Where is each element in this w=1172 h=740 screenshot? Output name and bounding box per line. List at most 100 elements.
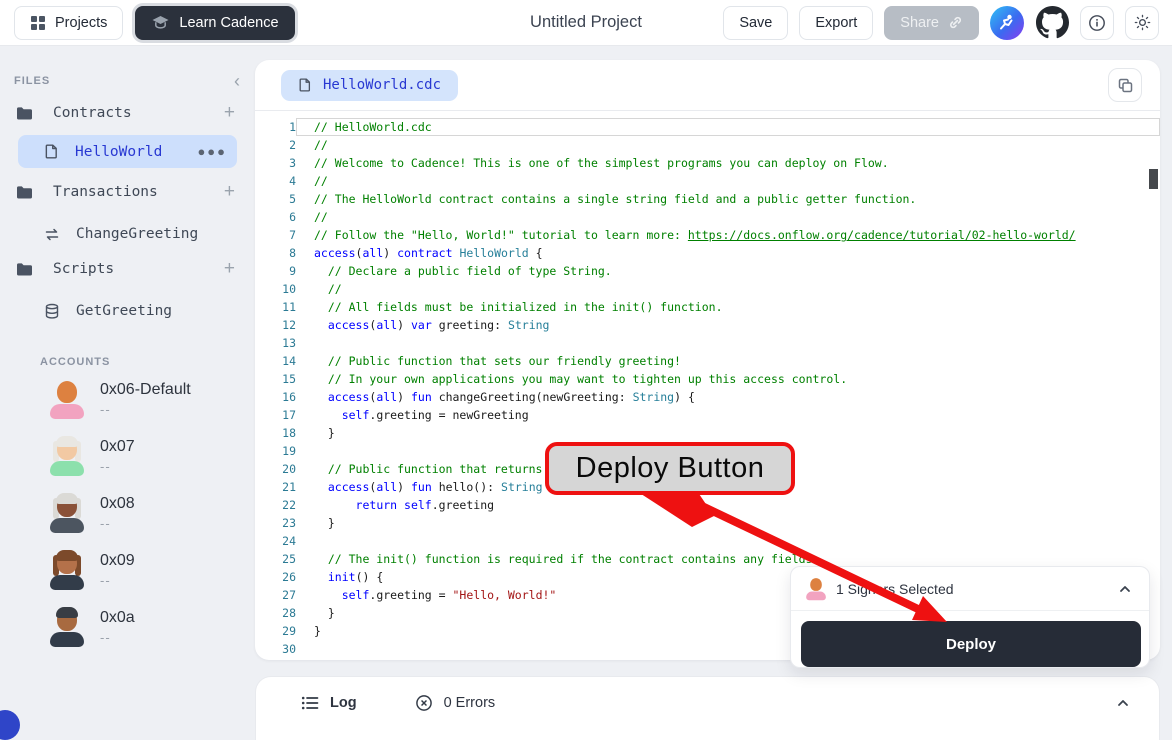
file-getgreeting[interactable]: GetGreeting <box>14 300 241 322</box>
code-line[interactable]: 14 // Public function that sets our frie… <box>255 352 1160 370</box>
code-line[interactable]: 10 // <box>255 280 1160 298</box>
helloworld-label: HelloWorld <box>75 144 162 160</box>
account-row[interactable]: 0x0a-- <box>14 607 241 664</box>
flow-community-button[interactable] <box>990 6 1024 40</box>
learn-cadence-button[interactable]: Learn Cadence <box>135 6 294 40</box>
line-number: 9 <box>255 262 296 280</box>
code-line[interactable]: 7// Follow the "Hello, World!" tutorial … <box>255 226 1160 244</box>
folder-transactions[interactable]: Transactions + <box>14 181 241 203</box>
line-number: 5 <box>255 190 296 208</box>
add-transaction-button[interactable]: + <box>224 181 235 203</box>
line-number: 30 <box>255 640 296 658</box>
code-text <box>296 532 1160 550</box>
line-number: 28 <box>255 604 296 622</box>
learn-cadence-label: Learn Cadence <box>179 15 278 31</box>
theme-toggle-button[interactable] <box>1125 6 1159 40</box>
account-row[interactable]: 0x09-- <box>14 550 241 607</box>
code-text: // The HelloWorld contract contains a si… <box>296 190 1160 208</box>
projects-label: Projects <box>55 15 107 31</box>
header-right: Save Export Share <box>723 6 1172 40</box>
file-icon <box>298 77 312 93</box>
add-script-button[interactable]: + <box>224 258 235 280</box>
code-text: // All fields must be initialized in the… <box>296 298 1160 316</box>
line-number: 11 <box>255 298 296 316</box>
avatar <box>48 550 86 590</box>
avatar <box>48 436 86 476</box>
file-changegreeting[interactable]: ChangeGreeting <box>14 223 241 245</box>
line-number: 23 <box>255 514 296 532</box>
code-line[interactable]: 22 return self.greeting <box>255 496 1160 514</box>
projects-button[interactable]: Projects <box>14 6 123 40</box>
runner-icon <box>997 13 1017 33</box>
account-row[interactable]: 0x07-- <box>14 436 241 493</box>
account-address: 0x07 <box>100 438 135 456</box>
code-text: return self.greeting <box>296 496 1160 514</box>
info-button[interactable] <box>1080 6 1114 40</box>
code-line[interactable]: 17 self.greeting = newGreeting <box>255 406 1160 424</box>
github-button[interactable] <box>1035 6 1069 40</box>
folder-scripts[interactable]: Scripts + <box>14 258 241 280</box>
export-label: Export <box>815 15 857 31</box>
code-line[interactable]: 3// Welcome to Cadence! This is one of t… <box>255 154 1160 172</box>
code-line[interactable]: 5// The HelloWorld contract contains a s… <box>255 190 1160 208</box>
signers-panel: 1 Signers Selected Deploy <box>790 566 1150 668</box>
code-line[interactable]: 9 // Declare a public field of type Stri… <box>255 262 1160 280</box>
errors-tab[interactable]: 0 Errors <box>415 694 496 712</box>
line-number: 22 <box>255 496 296 514</box>
code-line[interactable]: 11 // All fields must be initialized in … <box>255 298 1160 316</box>
code-line[interactable]: 24 <box>255 532 1160 550</box>
signers-header[interactable]: 1 Signers Selected <box>791 567 1149 611</box>
avatar <box>48 607 86 647</box>
file-icon <box>44 143 59 160</box>
line-number: 4 <box>255 172 296 190</box>
files-section-header: FILES ‹ <box>14 73 241 89</box>
copy-button[interactable] <box>1108 68 1142 102</box>
code-line[interactable]: 2// <box>255 136 1160 154</box>
tab-helloworld-cdc[interactable]: HelloWorld.cdc <box>281 70 458 101</box>
account-address: 0x08 <box>100 495 135 513</box>
expand-log-icon[interactable] <box>1115 695 1131 711</box>
log-bar: Log 0 Errors <box>255 676 1160 740</box>
account-row[interactable]: 0x06-Default-- <box>14 379 241 436</box>
line-number: 19 <box>255 442 296 460</box>
code-line[interactable]: 16 access(all) fun changeGreeting(newGre… <box>255 388 1160 406</box>
code-line[interactable]: 18 } <box>255 424 1160 442</box>
code-line[interactable]: 4// <box>255 172 1160 190</box>
file-menu-icon[interactable]: ●●● <box>197 144 227 159</box>
files-header-label: FILES <box>14 75 50 87</box>
file-helloworld[interactable]: HelloWorld ●●● <box>18 135 237 168</box>
code-text: // Declare a public field of type String… <box>296 262 1160 280</box>
share-label: Share <box>900 15 939 31</box>
chevron-up-icon[interactable] <box>1117 581 1133 597</box>
line-number: 10 <box>255 280 296 298</box>
deploy-button-annotation: Deploy Button <box>545 442 795 495</box>
add-contract-button[interactable]: + <box>224 102 235 124</box>
collapse-sidebar-icon[interactable]: ‹ <box>234 74 241 88</box>
code-line[interactable]: 1// HelloWorld.cdc <box>255 118 1160 136</box>
scripts-label: Scripts <box>53 261 114 277</box>
changegreeting-label: ChangeGreeting <box>76 226 198 242</box>
share-button[interactable]: Share <box>884 6 979 40</box>
account-row[interactable]: 0x08-- <box>14 493 241 550</box>
code-text: access(all) contract HelloWorld { <box>296 244 1160 262</box>
folder-contracts[interactable]: Contracts + <box>14 102 241 124</box>
code-text <box>296 334 1160 352</box>
code-line[interactable]: 6// <box>255 208 1160 226</box>
accounts-section-header: ACCOUNTS <box>14 354 241 370</box>
line-number: 26 <box>255 568 296 586</box>
export-button[interactable]: Export <box>799 6 873 40</box>
account-status: -- <box>100 630 135 645</box>
line-number: 25 <box>255 550 296 568</box>
deploy-button[interactable]: Deploy <box>801 621 1141 667</box>
folder-icon <box>16 185 33 200</box>
scrollbar-thumb[interactable] <box>1149 169 1158 189</box>
account-address: 0x09 <box>100 552 135 570</box>
log-tab[interactable]: Log <box>301 695 357 711</box>
code-line[interactable]: 13 <box>255 334 1160 352</box>
save-button[interactable]: Save <box>723 6 788 40</box>
code-line[interactable]: 23 } <box>255 514 1160 532</box>
code-line[interactable]: 8access(all) contract HelloWorld { <box>255 244 1160 262</box>
line-number: 13 <box>255 334 296 352</box>
code-line[interactable]: 15 // In your own applications you may w… <box>255 370 1160 388</box>
code-line[interactable]: 12 access(all) var greeting: String <box>255 316 1160 334</box>
